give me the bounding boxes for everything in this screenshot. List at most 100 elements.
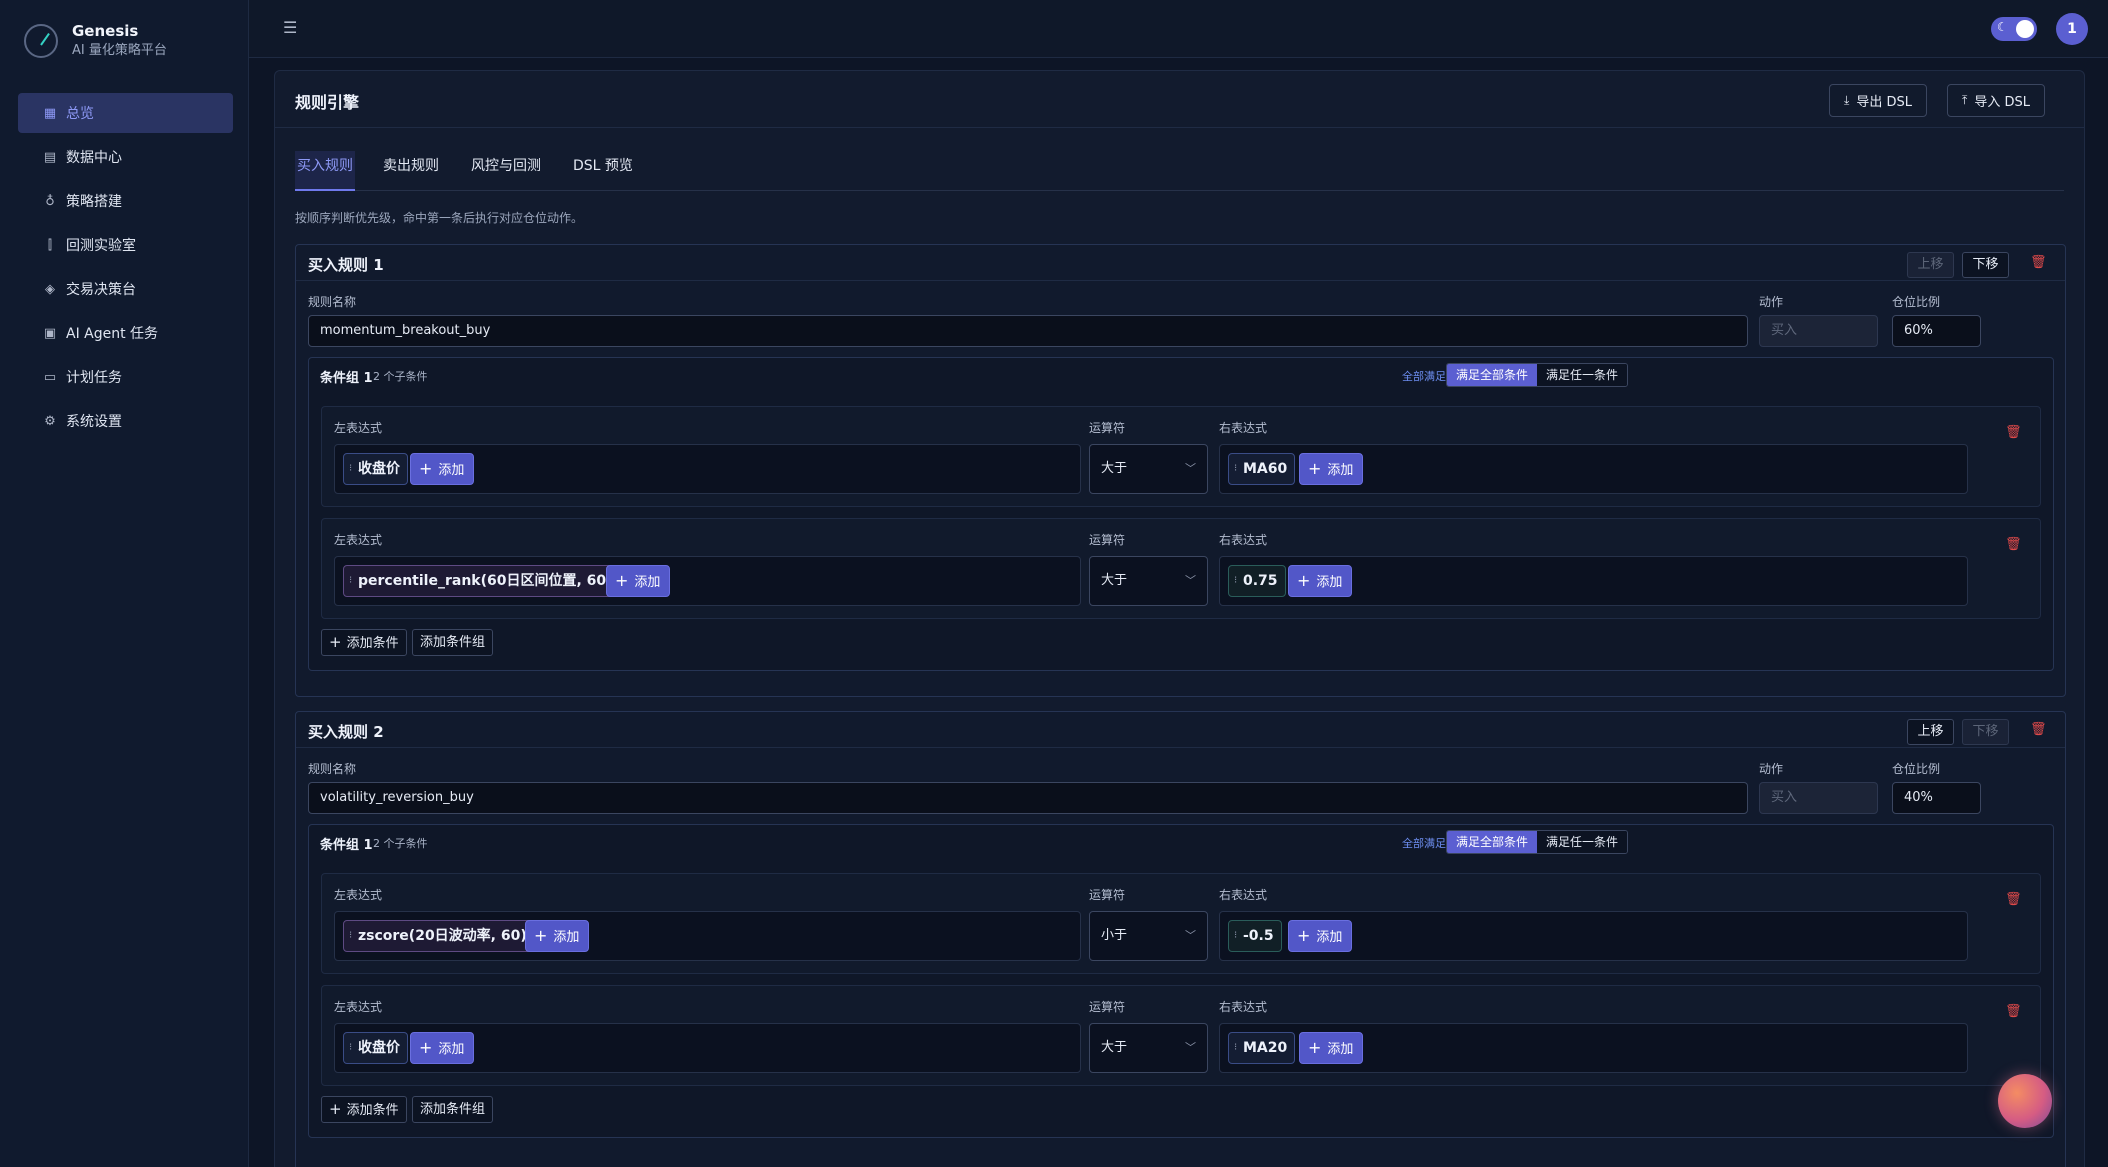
buy-rule-card: 买入规则 2 上移 下移 🗑 规则名称 动作 仓位比例 volatility_r… — [295, 711, 2066, 1167]
plus-icon: + — [615, 571, 629, 590]
condition-group-header: 条件组 1 2 个子条件 全部满足 满足全部条件 满足任一条件 — [309, 358, 2053, 392]
gear-icon: ⚙ — [44, 413, 56, 429]
operator-label: 运算符 — [1089, 533, 1126, 547]
all-met-link[interactable]: 全部满足 — [1402, 368, 1446, 384]
add-condition-button[interactable]: + 添加条件 — [321, 1096, 407, 1123]
mode-any-button[interactable]: 满足任一条件 — [1537, 364, 1628, 386]
sidebar-item-label: 总览 — [66, 106, 94, 122]
expr-token[interactable]: -0.5 — [1228, 920, 1282, 952]
mode-all-button[interactable]: 满足全部条件 — [1447, 364, 1538, 386]
add-condition-label: 添加条件 — [346, 1103, 399, 1118]
sidebar-item-backtest-lab[interactable]: ⫿ 回测实验室 — [18, 225, 233, 265]
ratio-input[interactable]: 40% — [1892, 782, 1981, 814]
expr-token[interactable]: MA20 — [1228, 1032, 1296, 1064]
add-right-token-button[interactable]: + 添加 — [1288, 565, 1353, 597]
add-left-token-button[interactable]: + 添加 — [606, 565, 671, 597]
add-left-token-button[interactable]: + 添加 — [410, 453, 475, 485]
ratio-input[interactable]: 60% — [1892, 315, 1981, 347]
export-dsl-button[interactable]: ⤓ 导出 DSL — [1829, 84, 1927, 117]
operator-select[interactable]: 大于 ﹀ — [1089, 556, 1208, 606]
sidebar-item-settings[interactable]: ⚙ 系统设置 — [18, 401, 233, 441]
operator-select[interactable]: 大于 ﹀ — [1089, 444, 1208, 494]
expr-token[interactable]: 0.75 — [1228, 565, 1286, 597]
left-expr-label: 左表达式 — [334, 888, 383, 902]
move-down-button[interactable]: 下移 — [1962, 252, 2009, 278]
add-right-token-button[interactable]: + 添加 — [1299, 1032, 1364, 1064]
diamond-icon: ◈ — [45, 281, 55, 297]
condition-count: 2 个子条件 — [373, 837, 428, 850]
sidebar-item-ai-agent[interactable]: ▣ AI Agent 任务 — [18, 313, 233, 353]
operator-select[interactable]: 大于 ﹀ — [1089, 1023, 1208, 1073]
right-expr-box[interactable]: 0.75 + 添加 — [1219, 556, 1968, 606]
plus-icon: + — [1297, 571, 1311, 590]
add-right-token-button[interactable]: + 添加 — [1299, 453, 1364, 485]
delete-condition-icon[interactable]: 🗑 — [2005, 892, 2022, 907]
left-expr-box[interactable]: 收盘价 + 添加 — [334, 444, 1081, 494]
sidebar-item-overview[interactable]: ▦ 总览 — [18, 93, 233, 133]
import-dsl-label: 导入 DSL — [1974, 95, 2030, 110]
left-expr-box[interactable]: 收盘价 + 添加 — [334, 1023, 1081, 1073]
right-expr-label: 右表达式 — [1219, 888, 1268, 902]
database-icon: ▤ — [43, 149, 57, 165]
import-dsl-button[interactable]: ⤒ 导入 DSL — [1947, 84, 2045, 117]
expr-token[interactable]: MA60 — [1228, 453, 1296, 485]
delete-condition-icon[interactable]: 🗑 — [2005, 1004, 2022, 1019]
assistant-orb-button[interactable] — [1998, 1074, 2052, 1128]
sidebar-item-label: 数据中心 — [66, 150, 122, 166]
tab-sell-rules[interactable]: 卖出规则 — [383, 151, 439, 191]
theme-toggle[interactable]: ☾ — [1991, 17, 2037, 41]
add-label: 添加 — [438, 1042, 465, 1057]
expr-token[interactable]: zscore(20日波动率, 60) — [343, 920, 535, 952]
rule-title: 买入规则 1 — [308, 256, 384, 274]
move-down-button[interactable]: 下移 — [1962, 719, 2009, 745]
move-up-button[interactable]: 上移 — [1907, 719, 1954, 745]
rule-name-input[interactable]: momentum_breakout_buy — [308, 315, 1748, 347]
add-condition-group-button[interactable]: 添加条件组 — [412, 629, 494, 656]
expr-token[interactable]: 收盘价 — [343, 453, 408, 485]
condition-row: 左表达式 运算符 右表达式 收盘价 + 添加 大于 ﹀ MA60 + 添加 🗑 — [321, 406, 2041, 507]
delete-condition-icon[interactable]: 🗑 — [2005, 425, 2022, 440]
brand-subtitle: AI 量化策略平台 — [72, 43, 167, 58]
operator-label: 运算符 — [1089, 1000, 1126, 1014]
right-expr-box[interactable]: -0.5 + 添加 — [1219, 911, 1968, 961]
menu-toggle-icon[interactable]: ☰ — [283, 18, 297, 37]
operator-select[interactable]: 小于 ﹀ — [1089, 911, 1208, 961]
plus-icon: + — [1297, 926, 1311, 945]
right-expr-box[interactable]: MA20 + 添加 — [1219, 1023, 1968, 1073]
expr-token[interactable]: percentile_rank(60日区间位置, 60) — [343, 565, 621, 597]
action-input: 买入 — [1759, 782, 1878, 814]
left-expr-box[interactable]: zscore(20日波动率, 60) + 添加 — [334, 911, 1081, 961]
add-left-token-button[interactable]: + 添加 — [410, 1032, 475, 1064]
right-expr-box[interactable]: MA60 + 添加 — [1219, 444, 1968, 494]
sidebar-item-data-center[interactable]: ▤ 数据中心 — [18, 137, 233, 177]
add-condition-group-button[interactable]: 添加条件组 — [412, 1096, 494, 1123]
right-expr-label: 右表达式 — [1219, 421, 1268, 435]
rule-name-input[interactable]: volatility_reversion_buy — [308, 782, 1748, 814]
condition-row: 左表达式 运算符 右表达式 收盘价 + 添加 大于 ﹀ MA20 + 添加 🗑 — [321, 985, 2041, 1086]
avatar[interactable]: 1 — [2056, 13, 2088, 45]
mode-any-button[interactable]: 满足任一条件 — [1537, 831, 1628, 853]
mode-all-button[interactable]: 满足全部条件 — [1447, 831, 1538, 853]
all-met-link[interactable]: 全部满足 — [1402, 835, 1446, 851]
add-condition-button[interactable]: + 添加条件 — [321, 629, 407, 656]
sidebar-item-trading-desk[interactable]: ◈ 交易决策台 — [18, 269, 233, 309]
tab-risk-backtest[interactable]: 风控与回测 — [471, 151, 541, 191]
page-title: 规则引擎 — [295, 93, 360, 112]
tab-dsl-preview[interactable]: DSL 预览 — [573, 151, 633, 191]
left-expr-box[interactable]: percentile_rank(60日区间位置, 60) + 添加 — [334, 556, 1081, 606]
condition-row: 左表达式 运算符 右表达式 zscore(20日波动率, 60) + 添加 小于 ﹀… — [321, 873, 2041, 974]
delete-rule-icon[interactable]: 🗑 — [2030, 255, 2047, 270]
expr-token[interactable]: 收盘价 — [343, 1032, 408, 1064]
add-left-token-button[interactable]: + 添加 — [525, 920, 590, 952]
add-right-token-button[interactable]: + 添加 — [1288, 920, 1353, 952]
download-icon: ⤓ — [1844, 93, 1850, 107]
sidebar-item-strategy-builder[interactable]: ♁ 策略搭建 — [18, 181, 233, 221]
sidebar-item-scheduled-tasks[interactable]: ▭ 计划任务 — [18, 357, 233, 397]
brand[interactable]: Genesis AI 量化策略平台 — [24, 22, 167, 60]
delete-condition-icon[interactable]: 🗑 — [2005, 537, 2022, 552]
chevron-down-icon: ﹀ — [1185, 574, 1196, 587]
card-header: 规则引擎 ⤓ 导出 DSL ⤒ 导入 DSL — [275, 71, 2084, 128]
tab-buy-rules[interactable]: 买入规则 — [295, 151, 355, 191]
delete-rule-icon[interactable]: 🗑 — [2030, 722, 2047, 737]
move-up-button[interactable]: 上移 — [1907, 252, 1954, 278]
